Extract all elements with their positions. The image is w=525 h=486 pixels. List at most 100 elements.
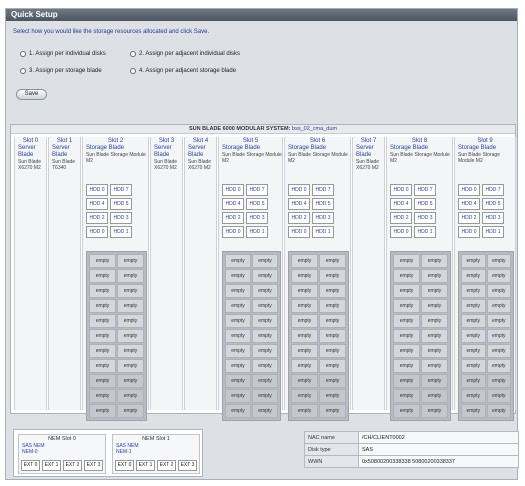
empty-bay[interactable]: empty bbox=[117, 404, 144, 418]
chassis-slot[interactable]: Slot 7 Server Blade Sun Blade X6270 M2 bbox=[352, 137, 385, 410]
empty-bay[interactable]: empty bbox=[393, 389, 420, 403]
hdd-cell[interactable]: HDD 4 bbox=[222, 198, 244, 210]
empty-bay[interactable]: empty bbox=[461, 404, 486, 418]
hdd-cell[interactable]: HDD 5 bbox=[482, 198, 504, 210]
empty-bay[interactable]: empty bbox=[486, 404, 511, 418]
empty-bay[interactable]: empty bbox=[393, 269, 420, 283]
empty-bay[interactable]: empty bbox=[252, 299, 278, 313]
hdd-cell[interactable]: HDD 3 bbox=[246, 212, 268, 224]
empty-bay[interactable]: empty bbox=[117, 359, 144, 373]
empty-bay[interactable]: empty bbox=[319, 344, 346, 358]
empty-bay[interactable]: empty bbox=[319, 284, 346, 298]
hdd-cell[interactable]: HDD 2 bbox=[390, 212, 412, 224]
empty-bay[interactable]: empty bbox=[89, 374, 116, 388]
option-individual-disks[interactable]: 1. Assign per individual disks bbox=[20, 51, 106, 57]
empty-bay[interactable]: empty bbox=[117, 329, 144, 343]
empty-bay[interactable]: empty bbox=[319, 254, 346, 268]
ext-port[interactable]: EXT 1 bbox=[42, 460, 61, 471]
empty-bay[interactable]: empty bbox=[461, 269, 486, 283]
ext-port[interactable]: EXT 2 bbox=[157, 460, 176, 471]
empty-bay[interactable]: empty bbox=[225, 374, 251, 388]
empty-bay[interactable]: empty bbox=[117, 314, 144, 328]
empty-bay[interactable]: empty bbox=[291, 389, 318, 403]
empty-bay[interactable]: empty bbox=[461, 389, 486, 403]
empty-bay[interactable]: empty bbox=[461, 344, 486, 358]
empty-bay[interactable]: empty bbox=[252, 329, 278, 343]
save-button[interactable]: Save bbox=[16, 89, 47, 100]
hdd-cell[interactable]: HDD 7 bbox=[246, 184, 268, 196]
empty-bay[interactable]: empty bbox=[117, 374, 144, 388]
empty-bay[interactable]: empty bbox=[393, 284, 420, 298]
hdd-cell[interactable]: HDD 2 bbox=[288, 212, 310, 224]
hdd-cell[interactable]: HDD 3 bbox=[414, 212, 436, 224]
hdd-cell[interactable]: HDD 5 bbox=[312, 198, 334, 210]
ext-port[interactable]: EXT 2 bbox=[63, 460, 82, 471]
empty-bay[interactable]: empty bbox=[117, 284, 144, 298]
empty-bay[interactable]: empty bbox=[421, 389, 448, 403]
ext-port[interactable]: EXT 1 bbox=[136, 460, 155, 471]
empty-bay[interactable]: empty bbox=[252, 374, 278, 388]
empty-bay[interactable]: empty bbox=[89, 389, 116, 403]
empty-bay[interactable]: empty bbox=[252, 359, 278, 373]
hdd-cell[interactable]: HDD 3 bbox=[312, 212, 334, 224]
empty-bay[interactable]: empty bbox=[486, 284, 511, 298]
empty-bay[interactable]: empty bbox=[225, 314, 251, 328]
empty-bay[interactable]: empty bbox=[393, 299, 420, 313]
empty-bay[interactable]: empty bbox=[486, 314, 511, 328]
empty-bay[interactable]: empty bbox=[393, 404, 420, 418]
empty-bay[interactable]: empty bbox=[461, 284, 486, 298]
empty-bay[interactable]: empty bbox=[291, 254, 318, 268]
empty-bay[interactable]: empty bbox=[117, 299, 144, 313]
empty-bay[interactable]: empty bbox=[225, 344, 251, 358]
chassis-slot[interactable]: Slot 5 Storage Blade Sun Blade Storage Mod… bbox=[218, 137, 283, 421]
empty-bay[interactable]: empty bbox=[461, 254, 486, 268]
option-adjacent-storage-blade[interactable]: 4. Assign per adjacent storage blade bbox=[130, 68, 236, 74]
hdd-cell[interactable]: HDD 0 bbox=[288, 184, 310, 196]
hdd-cell[interactable]: HDD 2 bbox=[458, 212, 480, 224]
empty-bay[interactable]: empty bbox=[89, 254, 116, 268]
hdd-cell[interactable]: HDD 1 bbox=[414, 226, 436, 238]
hdd-cell[interactable]: HDD 3 bbox=[482, 212, 504, 224]
hdd-cell[interactable]: HDD 1 bbox=[246, 226, 268, 238]
empty-bay[interactable]: empty bbox=[225, 254, 251, 268]
empty-bay[interactable]: empty bbox=[319, 269, 346, 283]
radio-button[interactable] bbox=[130, 51, 136, 57]
chassis-slot[interactable]: Slot 2 Storage Blade Sun Blade Storage Mod… bbox=[82, 137, 149, 421]
empty-bay[interactable]: empty bbox=[117, 344, 144, 358]
empty-bay[interactable]: empty bbox=[319, 299, 346, 313]
hdd-cell[interactable]: HDD 4 bbox=[86, 198, 108, 210]
hdd-cell[interactable]: HDD 0 bbox=[86, 184, 108, 196]
empty-bay[interactable]: empty bbox=[486, 299, 511, 313]
hdd-cell[interactable]: HDD 4 bbox=[458, 198, 480, 210]
empty-bay[interactable]: empty bbox=[486, 329, 511, 343]
hdd-cell[interactable]: HDD 2 bbox=[86, 212, 108, 224]
hdd-cell[interactable]: HDD 1 bbox=[482, 226, 504, 238]
empty-bay[interactable]: empty bbox=[319, 389, 346, 403]
hdd-cell[interactable]: HDD 0 bbox=[222, 226, 244, 238]
empty-bay[interactable]: empty bbox=[393, 344, 420, 358]
chassis-slot[interactable]: Slot 9 Storage Blade Sun Blade Storage Mod… bbox=[454, 137, 516, 421]
empty-bay[interactable]: empty bbox=[291, 359, 318, 373]
empty-bay[interactable]: empty bbox=[486, 389, 511, 403]
radio-button[interactable] bbox=[20, 51, 26, 57]
hdd-cell[interactable]: HDD 5 bbox=[246, 198, 268, 210]
hdd-cell[interactable]: HDD 0 bbox=[288, 226, 310, 238]
empty-bay[interactable]: empty bbox=[117, 269, 144, 283]
chassis-slot[interactable]: Slot 0 Server Blade Sun Blade X6270 M2 bbox=[14, 137, 47, 410]
empty-bay[interactable]: empty bbox=[117, 389, 144, 403]
hdd-cell[interactable]: HDD 2 bbox=[222, 212, 244, 224]
empty-bay[interactable]: empty bbox=[225, 404, 251, 418]
empty-bay[interactable]: empty bbox=[393, 314, 420, 328]
empty-bay[interactable]: empty bbox=[421, 299, 448, 313]
empty-bay[interactable]: empty bbox=[117, 254, 144, 268]
empty-bay[interactable]: empty bbox=[225, 269, 251, 283]
empty-bay[interactable]: empty bbox=[421, 254, 448, 268]
empty-bay[interactable]: empty bbox=[252, 284, 278, 298]
empty-bay[interactable]: empty bbox=[421, 314, 448, 328]
hdd-cell[interactable]: HDD 0 bbox=[222, 184, 244, 196]
chassis-slot[interactable]: Slot 4 Server Blade Sun Blade X6270 M2 bbox=[184, 137, 217, 410]
empty-bay[interactable]: empty bbox=[89, 299, 116, 313]
hdd-cell[interactable]: HDD 0 bbox=[390, 226, 412, 238]
empty-bay[interactable]: empty bbox=[486, 344, 511, 358]
empty-bay[interactable]: empty bbox=[252, 314, 278, 328]
